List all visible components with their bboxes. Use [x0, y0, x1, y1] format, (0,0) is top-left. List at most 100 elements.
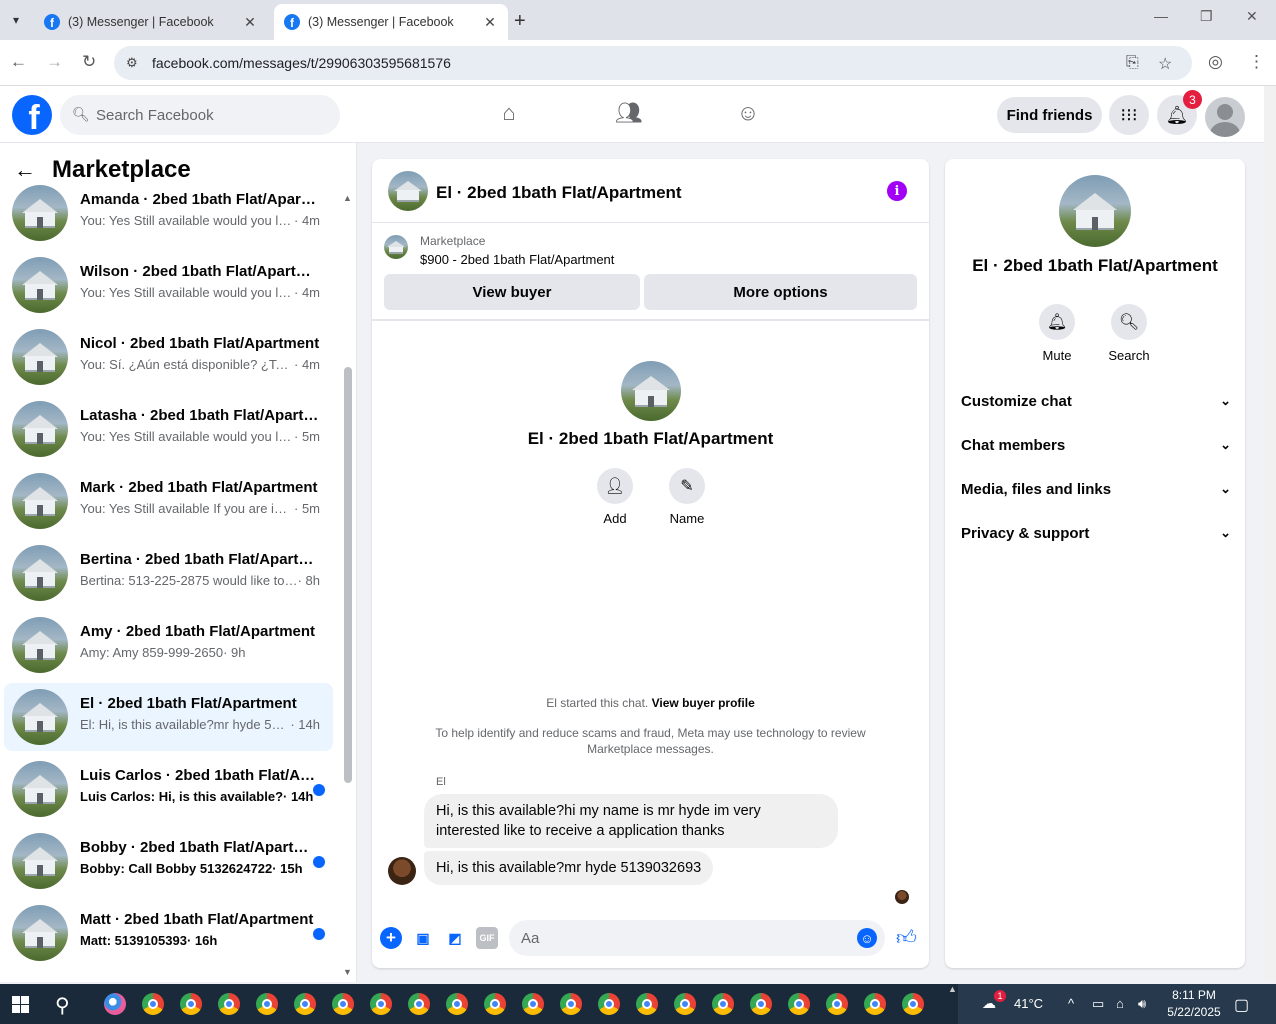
account-avatar[interactable]: [1205, 97, 1245, 137]
gif-icon[interactable]: GIF: [476, 927, 498, 949]
menu-grid-icon[interactable]: ⁝⁝⁝: [1109, 95, 1149, 135]
message-bubble[interactable]: Hi, is this available?mr hyde 5139032693: [424, 851, 714, 885]
chrome-profile-icon[interactable]: [286, 988, 324, 1020]
conversation-item[interactable]: Amy · 2bed 1bath Flat/Apartment Amy: Amy …: [4, 611, 333, 679]
chrome-profile-icon[interactable]: [172, 988, 210, 1020]
clock[interactable]: 8:11 PM 5/22/2025: [1164, 987, 1224, 1021]
find-friends-button[interactable]: Find friends: [997, 97, 1102, 133]
chrome-profile-icon[interactable]: [666, 988, 704, 1020]
chrome-profile-icon[interactable]: [400, 988, 438, 1020]
bookmark-star-icon[interactable]: ☆: [1158, 54, 1172, 74]
chrome-profile-icon[interactable]: [894, 988, 932, 1020]
chat-avatar[interactable]: [388, 171, 428, 211]
chrome-icon[interactable]: [134, 988, 172, 1020]
info-icon[interactable]: i: [887, 181, 907, 201]
conversation-item[interactable]: Bertina · 2bed 1bath Flat/Apartment Berti…: [4, 539, 333, 607]
tab-search-chevron-icon[interactable]: ▾: [4, 8, 28, 32]
notification-center-icon[interactable]: ▢: [1234, 995, 1249, 1015]
back-icon[interactable]: ←: [10, 52, 27, 72]
chrome-profile-icon[interactable]: [704, 988, 742, 1020]
photo-icon[interactable]: ▣: [412, 927, 434, 949]
paint-icon[interactable]: [96, 988, 134, 1020]
scroll-down-icon[interactable]: ▼: [343, 967, 352, 977]
plus-circle-icon[interactable]: +: [380, 927, 402, 949]
chrome-profile-icon[interactable]: [362, 988, 400, 1020]
chrome-profile-icon[interactable]: [818, 988, 856, 1020]
message-input[interactable]: [509, 920, 885, 956]
listing-title[interactable]: $900 - 2bed 1bath Flat/Apartment: [420, 252, 614, 267]
customize-chat-section[interactable]: Customize chat ⌄: [961, 381, 1231, 421]
groups-icon[interactable]: ☺: [733, 100, 763, 130]
new-tab-icon[interactable]: +: [514, 10, 526, 33]
sender-avatar[interactable]: [388, 857, 416, 885]
conversation-item[interactable]: El · 2bed 1bath Flat/Apartment El: Hi, is…: [4, 683, 333, 751]
mute-button[interactable]: 🔔︎ Mute: [1027, 304, 1087, 363]
view-buyer-profile-link[interactable]: View buyer profile: [652, 696, 755, 710]
facebook-logo-icon[interactable]: f: [12, 95, 52, 135]
chrome-profile-icon[interactable]: [590, 988, 628, 1020]
url-field[interactable]: ⚙ facebook.com/messages/t/29906303595681…: [114, 46, 1192, 80]
chrome-profile-icon[interactable]: [476, 988, 514, 1020]
sticker-icon[interactable]: ◩: [444, 927, 466, 949]
chat-members-section[interactable]: Chat members ⌄: [961, 425, 1231, 465]
scrollbar-thumb[interactable]: [344, 367, 352, 783]
tray-scroll-icon[interactable]: ▲: [948, 984, 957, 994]
chrome-profile-icon[interactable]: [742, 988, 780, 1020]
conversation-item[interactable]: Wilson · 2bed 1bath Flat/Apartment You: Y…: [4, 251, 333, 319]
name-chat-button[interactable]: ✎ Name: [657, 468, 717, 526]
taskbar-search-icon[interactable]: ⚲: [55, 993, 70, 1018]
chrome-profile-icon[interactable]: [324, 988, 362, 1020]
message-bubble[interactable]: Hi, is this available?hi my name is mr h…: [424, 794, 838, 848]
forward-icon[interactable]: →: [46, 52, 63, 72]
page-scrollbar[interactable]: [1264, 86, 1276, 982]
network-icon[interactable]: ⌂: [1116, 996, 1124, 1011]
windows-start-icon[interactable]: [12, 996, 29, 1013]
meet-icon[interactable]: ▭: [1092, 996, 1104, 1012]
tab-close-icon[interactable]: ✕: [482, 14, 498, 31]
profile-icon[interactable]: ◎: [1208, 52, 1223, 72]
sidebar-scrollbar[interactable]: ▲ ▼: [343, 191, 353, 977]
chrome-profile-icon[interactable]: [628, 988, 666, 1020]
chrome-profile-icon[interactable]: [248, 988, 286, 1020]
reload-icon[interactable]: ↻: [82, 52, 96, 72]
tab-close-icon[interactable]: ✕: [242, 14, 258, 31]
search-in-chat-button[interactable]: 🔍︎ Search: [1099, 304, 1159, 363]
browser-tab[interactable]: f (3) Messenger | Facebook ✕: [34, 4, 268, 40]
minimize-icon[interactable]: —: [1154, 8, 1168, 24]
view-buyer-button[interactable]: View buyer: [384, 274, 640, 310]
conversation-item[interactable]: Latasha · 2bed 1bath Flat/Apartment You: …: [4, 395, 333, 463]
conversation-item[interactable]: Amanda · 2bed 1bath Flat/Apartment You: Y…: [4, 179, 333, 247]
restore-icon[interactable]: ❐: [1200, 8, 1213, 25]
chrome-profile-icon[interactable]: [210, 988, 248, 1020]
friends-icon[interactable]: 👥︎: [614, 100, 644, 130]
chrome-profile-icon[interactable]: [552, 988, 590, 1020]
chrome-profile-icon[interactable]: [856, 988, 894, 1020]
more-options-button[interactable]: More options: [644, 274, 917, 310]
conversation-item[interactable]: Bobby · 2bed 1bath Flat/Apartment Bobby: …: [4, 827, 333, 895]
chrome-profile-icon[interactable]: [780, 988, 818, 1020]
site-info-icon[interactable]: ⚙: [126, 55, 138, 71]
conversation-item[interactable]: Matt · 2bed 1bath Flat/Apartment Matt: 51…: [4, 899, 333, 967]
home-icon[interactable]: ⌂: [494, 100, 524, 130]
menu-kebab-icon[interactable]: ⋮: [1248, 52, 1265, 72]
details-avatar[interactable]: [1059, 175, 1131, 247]
emoji-icon[interactable]: ☺: [857, 928, 877, 948]
chrome-profile-icon[interactable]: [438, 988, 476, 1020]
install-app-icon[interactable]: ⎘: [1126, 54, 1139, 72]
show-hidden-icons-icon[interactable]: ^: [1068, 996, 1074, 1011]
listing-thumbnail[interactable]: [384, 235, 408, 259]
thumbs-up-icon[interactable]: 👍︎: [896, 926, 917, 950]
scroll-up-icon[interactable]: ▲: [343, 193, 352, 203]
media-files-links-section[interactable]: Media, files and links ⌄: [961, 469, 1231, 509]
window-close-icon[interactable]: ✕: [1246, 8, 1258, 25]
add-people-button[interactable]: 👤︎ Add: [585, 468, 645, 526]
conversation-item[interactable]: Nicol · 2bed 1bath Flat/Apartment You: Sí…: [4, 323, 333, 391]
volume-icon[interactable]: 🔊︎: [1138, 996, 1146, 1012]
browser-tab-active[interactable]: f (3) Messenger | Facebook ✕: [274, 4, 508, 40]
chrome-profile-icon[interactable]: [514, 988, 552, 1020]
privacy-support-section[interactable]: Privacy & support ⌄: [961, 513, 1231, 553]
chat-title[interactable]: El · 2bed 1bath Flat/Apartment: [436, 183, 682, 203]
facebook-search-input[interactable]: 🔍︎ Search Facebook: [60, 95, 340, 135]
conversation-item[interactable]: Luis Carlos · 2bed 1bath Flat/Apartment L…: [4, 755, 333, 823]
conversation-item[interactable]: Mark · 2bed 1bath Flat/Apartment You: Yes…: [4, 467, 333, 535]
